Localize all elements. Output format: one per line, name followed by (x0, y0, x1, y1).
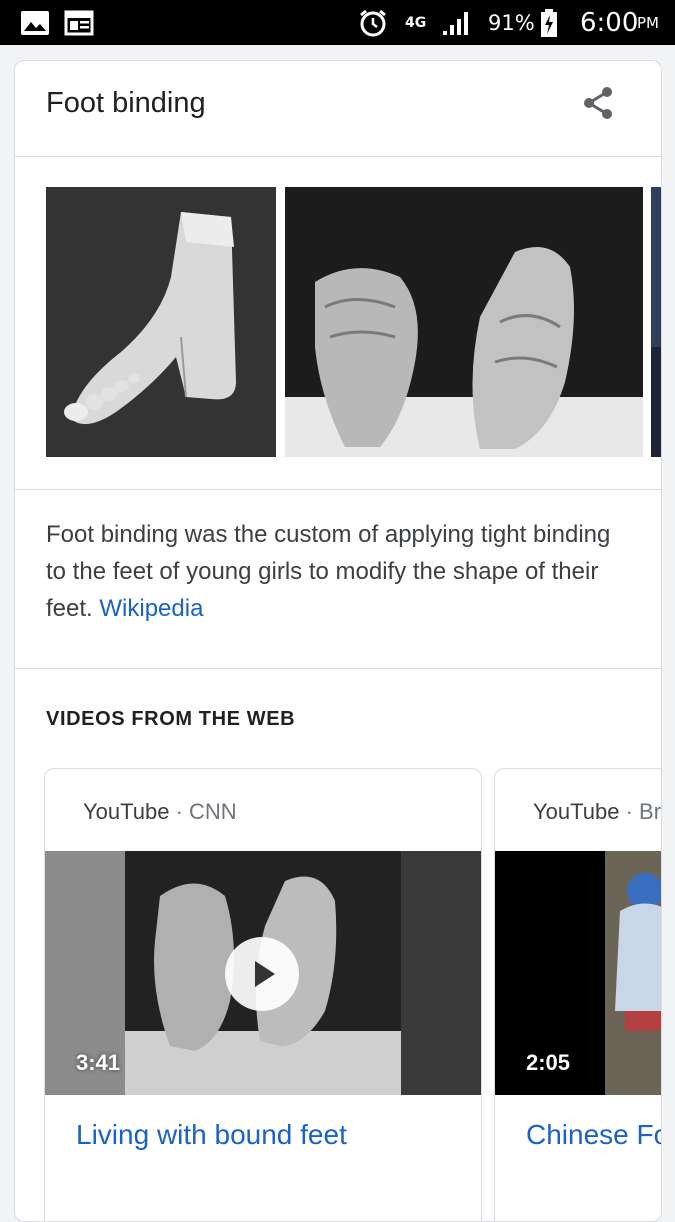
video-source: YouTube · CNN (83, 799, 237, 825)
video-channel: CNN (189, 799, 237, 824)
signal-icon (440, 0, 472, 45)
card-header: Foot binding (15, 61, 661, 157)
play-icon[interactable] (225, 937, 299, 1011)
knowledge-panel-card: Foot binding Foot binding was the custom… (14, 60, 662, 1222)
video-thumbnail[interactable]: 3:41 (45, 851, 481, 1095)
video-duration: 2:05 (526, 1050, 571, 1075)
news-icon (64, 0, 94, 45)
video-platform: YouTube (533, 799, 620, 824)
image-icon (20, 0, 50, 45)
source-separator: · (619, 799, 640, 824)
battery-charging-icon (540, 0, 558, 45)
image-carousel[interactable] (15, 157, 661, 490)
card-title[interactable]: Foot binding (46, 87, 206, 120)
video-title-link[interactable]: Living with bound feet (76, 1119, 347, 1151)
foot-statue-image[interactable] (46, 187, 276, 457)
video-channel: Bree (639, 799, 662, 824)
description: Foot binding was the custom of applying … (46, 516, 626, 627)
alarm-icon (358, 0, 388, 45)
video-thumbnail[interactable]: 2:05 (495, 851, 661, 1095)
partial-photo[interactable] (651, 187, 661, 457)
clock-ampm: PM (637, 13, 659, 32)
video-card[interactable]: YouTube · CNN 3:41 Living with bound fee… (44, 768, 482, 1221)
wikipedia-link[interactable]: Wikipedia (99, 595, 203, 622)
status-bar: 4G 91% 6:00 PM (0, 0, 675, 45)
video-platform: YouTube (83, 799, 170, 824)
clock-time: 6:00 (580, 7, 639, 38)
bound-feet-photo[interactable] (285, 187, 643, 457)
video-title-link[interactable]: Chinese Fo (526, 1119, 661, 1151)
video-source: YouTube · Bree (533, 799, 662, 825)
videos-section-heading: VIDEOS FROM THE WEB (46, 708, 296, 730)
divider (15, 668, 661, 669)
video-duration: 3:41 (76, 1050, 121, 1075)
video-card[interactable]: YouTube · Bree 2:05 Chinese Fo (494, 768, 662, 1221)
network-label: 4G (405, 14, 427, 31)
source-separator: · (169, 799, 190, 824)
share-icon[interactable] (578, 83, 618, 123)
battery-percent: 91% (488, 10, 535, 35)
